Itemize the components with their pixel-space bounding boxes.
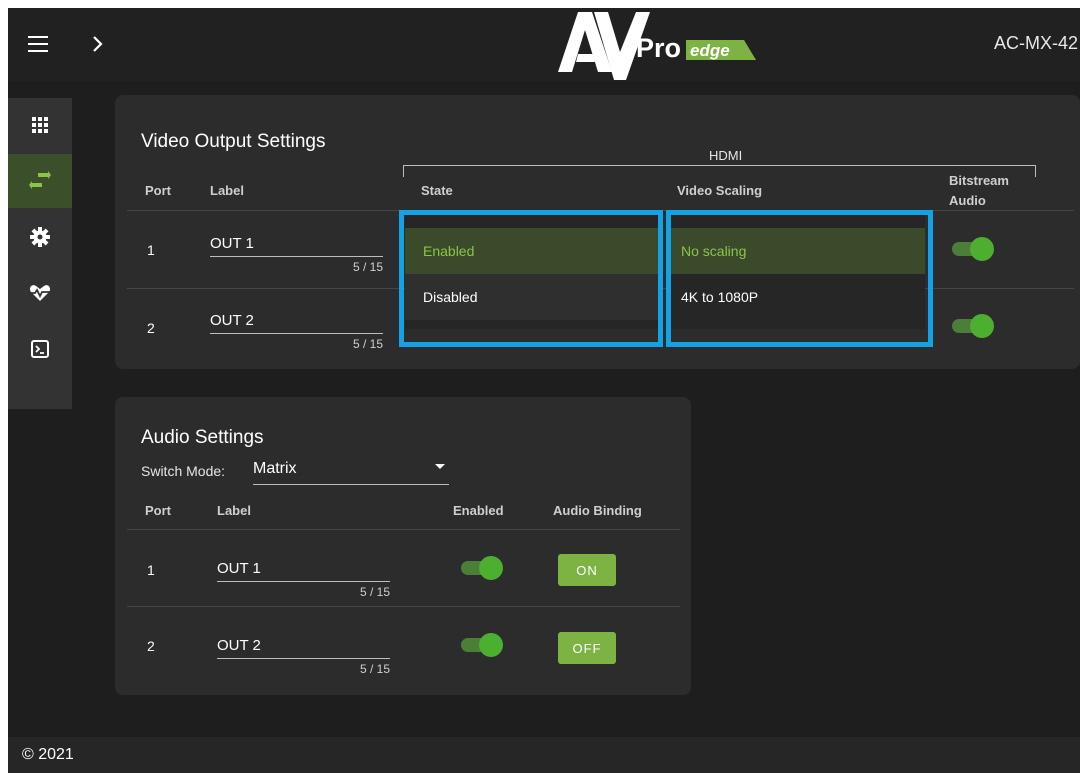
switch-mode-label: Switch Mode: [141, 463, 226, 479]
audio-settings-title: Audio Settings [141, 427, 264, 448]
row1-label-value: OUT 1 [210, 235, 254, 252]
switch-mode-select[interactable]: Matrix [253, 457, 449, 485]
sidebar-item-status[interactable] [8, 266, 72, 320]
copyright-text: © 2021 [22, 746, 74, 763]
audio-row2-label-field[interactable]: OUT 2 5 / 15 [217, 637, 390, 679]
chevron-right-icon[interactable] [90, 32, 106, 56]
row2-bitstream-toggle[interactable] [952, 314, 994, 338]
hdmi-group-bracket [403, 165, 1036, 177]
audio-column-port: Port [145, 503, 171, 518]
logo-pro-text: Pro [636, 33, 681, 63]
row2-label-underline [210, 333, 383, 334]
audio-column-enabled: Enabled [453, 503, 504, 518]
audio-row1-port: 1 [147, 562, 155, 578]
audio-row2-label-value: OUT 2 [217, 637, 261, 654]
video-output-title: Video Output Settings [141, 131, 326, 152]
avpro-edge-logo: Pro edge [556, 8, 776, 80]
audio-row1-binding-button[interactable]: ON [558, 554, 616, 586]
row2-char-count: 5 / 15 [352, 337, 383, 351]
terminal-icon [31, 340, 49, 358]
audio-row1-label-value: OUT 1 [217, 560, 261, 577]
footer: © 2021 [8, 737, 1080, 773]
row1-label-underline [210, 256, 383, 257]
logo-edge-text: edge [690, 41, 730, 60]
column-bitstream-audio-line1: Bitstream [949, 173, 1009, 188]
device-model: AC-MX-42 [993, 33, 1078, 53]
audio-settings-card: Audio Settings Switch Mode: Matrix Port … [115, 397, 691, 695]
sidebar-item-settings[interactable] [8, 210, 72, 264]
row1-port: 1 [147, 242, 155, 258]
row2-label-field[interactable]: OUT 2 5 / 15 [210, 312, 383, 354]
row1-char-count: 5 / 15 [352, 260, 383, 274]
audio-column-label: Label [217, 503, 251, 518]
hamburger-menu-icon[interactable] [28, 36, 48, 52]
scaling-highlight-box [666, 210, 933, 347]
column-state: State [421, 183, 453, 198]
heartbeat-icon [29, 285, 51, 301]
state-highlight-box [399, 210, 663, 347]
audio-row1-label-field[interactable]: OUT 1 5 / 15 [217, 560, 390, 602]
hdmi-group-header: HDMI [709, 148, 743, 163]
column-bitstream-audio-line2: Audio [949, 193, 986, 208]
row2-label-value: OUT 2 [210, 312, 254, 329]
swap-arrows-icon [29, 171, 51, 189]
row1-label-field[interactable]: OUT 1 5 / 15 [210, 235, 383, 277]
column-port: Port [145, 183, 171, 198]
audio-row2-port: 2 [147, 638, 155, 654]
dropdown-caret-icon [435, 464, 445, 469]
sidebar [8, 98, 72, 409]
gear-icon [30, 227, 50, 247]
switch-mode-value: Matrix [253, 460, 297, 477]
app-window: Pro edge AC-MX-42 Video Output Settings … [8, 8, 1080, 773]
audio-header-divider [127, 529, 680, 530]
audio-row2-label-underline [217, 658, 390, 659]
grid-icon [32, 117, 48, 133]
sidebar-item-routing[interactable] [8, 154, 72, 208]
audio-row1-char-count: 5 / 15 [359, 585, 390, 599]
column-video-scaling: Video Scaling [677, 183, 763, 198]
audio-row1-enabled-toggle[interactable] [461, 556, 503, 580]
sidebar-item-dashboard[interactable] [8, 98, 72, 152]
sidebar-item-console[interactable] [8, 322, 72, 376]
audio-column-binding: Audio Binding [553, 503, 642, 518]
top-bar: Pro edge AC-MX-42 [8, 8, 1080, 81]
video-output-card: Video Output Settings HDMI Port Label St… [115, 95, 1080, 369]
row2-port: 2 [147, 320, 155, 336]
column-label: Label [210, 183, 244, 198]
audio-row2-char-count: 5 / 15 [359, 662, 390, 676]
audio-row2-binding-button[interactable]: OFF [558, 632, 616, 664]
audio-row1-label-underline [217, 581, 390, 582]
row1-bitstream-toggle[interactable] [952, 237, 994, 261]
audio-row-divider [127, 606, 680, 607]
audio-row2-enabled-toggle[interactable] [461, 633, 503, 657]
